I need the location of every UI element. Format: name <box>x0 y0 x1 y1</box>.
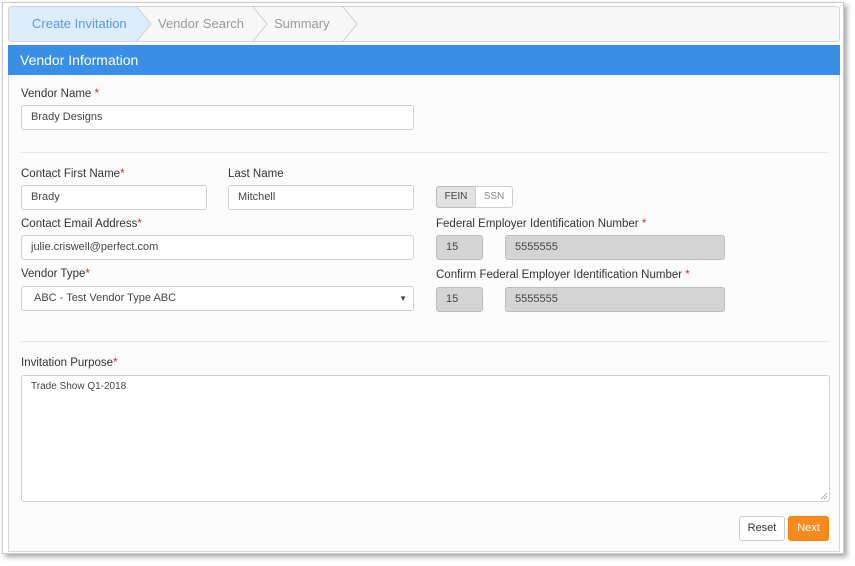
confirm-fein-label: Confirm Federal Employer Identification … <box>436 269 690 281</box>
vendor-information-panel: Vendor Information Vendor Name * Brady D… <box>8 45 840 552</box>
vendor-type-label-text: Vendor Type <box>21 268 86 280</box>
section-divider <box>21 341 829 342</box>
contact-email-input[interactable]: julie.criswell@perfect.com <box>21 235 414 260</box>
vendor-type-selected-value: ABC - Test Vendor Type ABC <box>34 292 177 304</box>
fein-label: Federal Employer Identification Number * <box>436 218 646 230</box>
fein-prefix-input[interactable]: 15 <box>436 235 483 260</box>
required-marker: * <box>113 357 118 369</box>
caret-down-icon: ▼ <box>399 294 407 303</box>
step-separator-2 <box>252 7 268 41</box>
panel-title: Vendor Information <box>8 45 840 75</box>
step-summary[interactable]: Summary <box>274 7 330 41</box>
confirm-fein-label-text: Confirm Federal Employer Identification … <box>436 269 683 281</box>
step-vendor-search[interactable]: Vendor Search <box>158 7 244 41</box>
invitation-purpose-wrapper: Trade Show Q1-2018 <box>21 375 830 502</box>
vendor-type-label: Vendor Type* <box>21 268 90 280</box>
fein-label-text: Federal Employer Identification Number <box>436 218 639 230</box>
next-button[interactable]: Next <box>788 516 829 541</box>
required-marker: * <box>120 168 125 180</box>
step-separator-3 <box>342 7 358 41</box>
required-marker: * <box>94 88 100 100</box>
required-marker: * <box>137 218 142 230</box>
vendor-name-label: Vendor Name * <box>21 88 99 100</box>
invitation-purpose-label: Invitation Purpose* <box>21 357 118 369</box>
last-name-input[interactable]: Mitchell <box>228 185 414 210</box>
vendor-name-input[interactable]: Brady Designs <box>21 105 414 130</box>
resize-grip-icon[interactable] <box>820 492 828 500</box>
ssn-toggle-button[interactable]: SSN <box>475 186 513 208</box>
required-marker: * <box>641 218 647 230</box>
required-marker: * <box>85 268 90 280</box>
required-marker: * <box>685 269 690 281</box>
last-name-label: Last Name <box>228 168 284 180</box>
confirm-fein-number-input[interactable]: 5555555 <box>505 287 725 312</box>
invitation-purpose-label-text: Invitation Purpose <box>21 357 114 369</box>
confirm-fein-prefix-input[interactable]: 15 <box>436 287 483 312</box>
fein-number-input[interactable]: 5555555 <box>505 235 725 260</box>
section-divider <box>21 152 829 153</box>
contact-first-name-label-text: Contact First Name <box>21 168 121 180</box>
contact-email-label-text: Contact Email Address <box>21 218 138 230</box>
contact-first-name-input[interactable]: Brady <box>21 185 207 210</box>
contact-email-label: Contact Email Address* <box>21 218 142 230</box>
reset-button[interactable]: Reset <box>739 516 785 541</box>
invitation-purpose-textarea[interactable]: Trade Show Q1-2018 <box>21 375 830 502</box>
vendor-name-label-text: Vendor Name <box>21 88 92 100</box>
contact-first-name-label: Contact First Name* <box>21 168 125 180</box>
fein-toggle-button[interactable]: FEIN <box>436 186 476 208</box>
vendor-type-select[interactable]: ABC - Test Vendor Type ABC ▼ <box>21 286 414 311</box>
wizard-step-shapes <box>9 7 358 41</box>
window-frame: Create Invitation Vendor Search Summary … <box>2 2 844 554</box>
step-create-invitation[interactable]: Create Invitation <box>32 7 127 41</box>
wizard-steps: Create Invitation Vendor Search Summary <box>8 6 840 42</box>
